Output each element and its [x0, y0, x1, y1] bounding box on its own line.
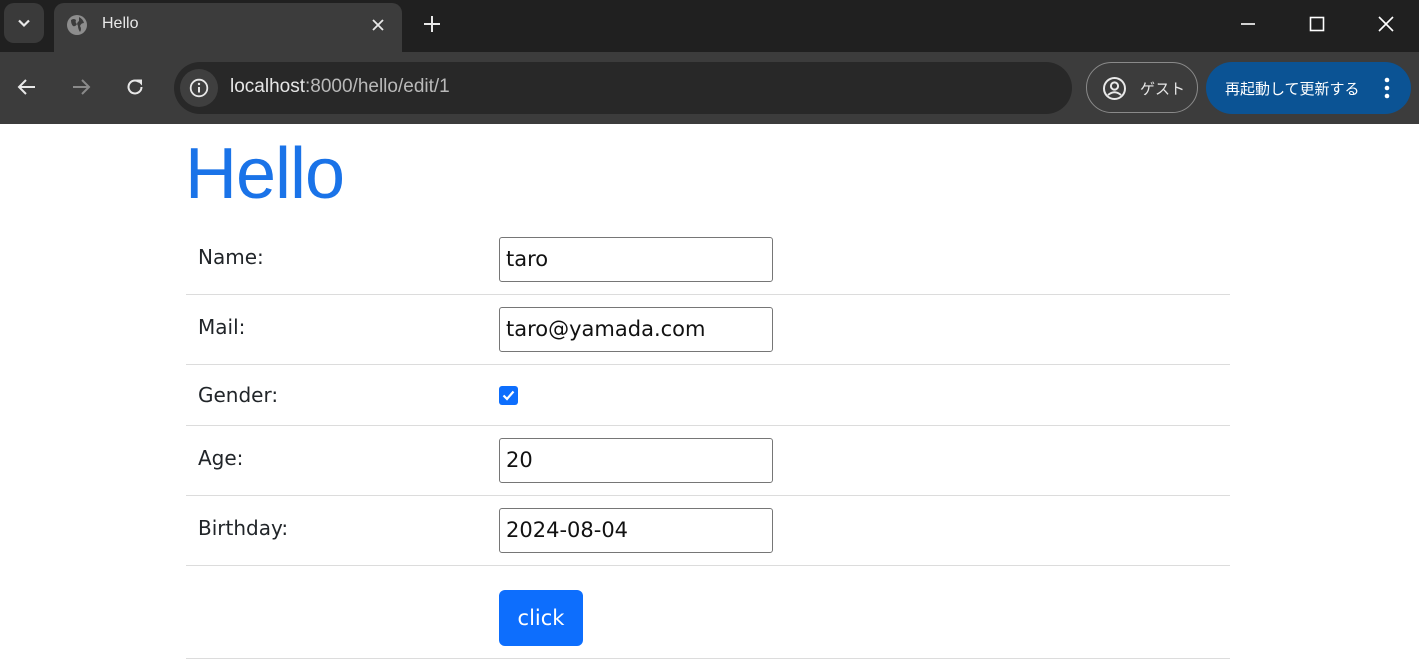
- close-icon: [1378, 16, 1394, 32]
- info-icon: [189, 78, 209, 98]
- chevron-down-icon: [18, 19, 30, 28]
- site-info-button[interactable]: [180, 69, 218, 107]
- url-text[interactable]: localhost:8000/hello/edit/1: [230, 76, 450, 98]
- minimize-icon: [1241, 23, 1255, 25]
- birthday-input[interactable]: 2024-08-04: [499, 508, 773, 553]
- submit-button[interactable]: click: [499, 590, 583, 646]
- new-tab-button[interactable]: [416, 8, 448, 40]
- form-row-name: Name: taro: [186, 225, 1230, 295]
- update-label: 再起動して更新する: [1225, 80, 1360, 98]
- check-icon: [502, 390, 515, 401]
- form-row-gender: Gender:: [186, 365, 1230, 426]
- relaunch-update-button[interactable]: 再起動して更新する: [1206, 62, 1411, 114]
- form-row-birthday: Birthday: 2024-08-04: [186, 496, 1230, 566]
- profile-button[interactable]: ゲスト: [1086, 62, 1198, 113]
- birthday-label: Birthday:: [198, 516, 289, 540]
- mail-label: Mail:: [198, 315, 246, 339]
- form-row-age: Age: 20: [186, 426, 1230, 496]
- browser-tab[interactable]: Hello: [54, 3, 402, 53]
- url-path: :8000/hello/edit/1: [305, 76, 450, 97]
- profile-label: ゲスト: [1140, 80, 1186, 98]
- form-table: Name: taro Mail: taro@yamada.com Gender:…: [186, 225, 1230, 659]
- browser-toolbar: localhost:8000/hello/edit/1 ゲスト 再起動して更新す…: [0, 52, 1419, 124]
- tab-search-button[interactable]: [4, 3, 44, 43]
- gender-checkbox[interactable]: [499, 386, 518, 405]
- arrow-left-icon: [17, 79, 35, 95]
- account-circle-icon: [1103, 77, 1126, 100]
- close-icon: [372, 19, 384, 31]
- minimize-button[interactable]: [1214, 0, 1282, 48]
- reload-button[interactable]: [117, 69, 153, 105]
- gender-label: Gender:: [198, 383, 279, 407]
- maximize-icon: [1309, 16, 1325, 32]
- back-button[interactable]: [9, 69, 45, 105]
- reload-icon: [127, 79, 143, 95]
- window-close-button[interactable]: [1352, 0, 1419, 48]
- age-label: Age:: [198, 446, 244, 470]
- form-row-submit: click: [186, 566, 1230, 659]
- tab-title: Hello: [102, 15, 139, 32]
- more-vertical-icon: [1384, 77, 1390, 99]
- plus-icon: [424, 16, 440, 32]
- maximize-button[interactable]: [1283, 0, 1351, 48]
- page-title: Hello: [185, 134, 345, 214]
- address-bar[interactable]: localhost:8000/hello/edit/1: [174, 62, 1072, 114]
- age-input[interactable]: 20: [499, 438, 773, 483]
- form-row-mail: Mail: taro@yamada.com: [186, 295, 1230, 365]
- tab-close-button[interactable]: [364, 11, 392, 39]
- name-label: Name:: [198, 245, 264, 269]
- mail-input[interactable]: taro@yamada.com: [499, 307, 773, 352]
- browser-titlebar: Hello: [0, 0, 1419, 53]
- arrow-right-icon: [73, 79, 91, 95]
- url-host: localhost: [230, 76, 305, 97]
- name-input[interactable]: taro: [499, 237, 773, 282]
- forward-button[interactable]: [63, 69, 99, 105]
- globe-icon: [67, 15, 87, 35]
- more-menu-button[interactable]: [1376, 75, 1398, 101]
